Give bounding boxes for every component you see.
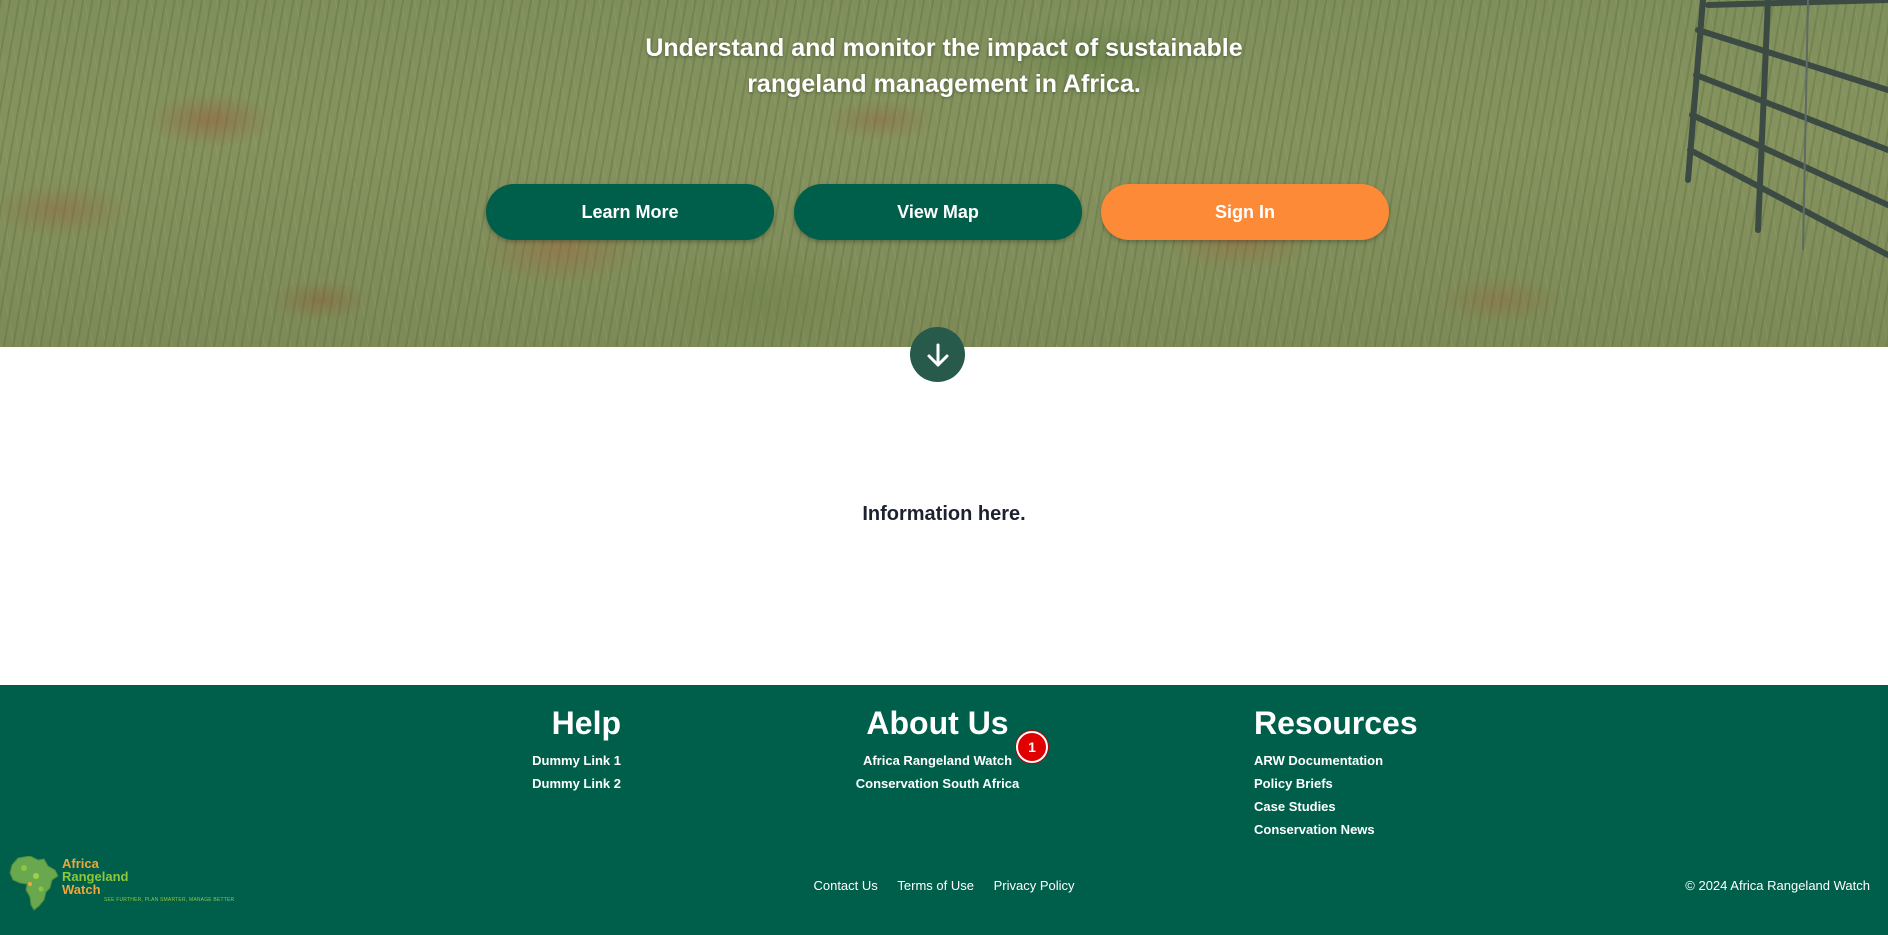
arrow-down-icon — [927, 343, 948, 366]
logo-tagline: SEE FURTHER, PLAN SMARTER, MANAGE BETTER — [104, 897, 235, 903]
hero-headline-line2: rangeland management in Africa. — [747, 70, 1141, 98]
footer-resources-column: Resources ARW Documentation Policy Brief… — [1254, 705, 1504, 841]
footer-help-column: Help Dummy Link 1 Dummy Link 2 — [480, 705, 621, 795]
footer-resources-title: Resources — [1254, 705, 1418, 741]
legal-links: Contact Us Terms of Use Privacy Policy — [0, 878, 1888, 893]
footer-link-arw-docs[interactable]: ARW Documentation — [1254, 749, 1504, 772]
footer-help-title: Help — [551, 705, 621, 741]
footer-link-csa[interactable]: Conservation South Africa — [800, 772, 1075, 795]
footer-link-policy-briefs[interactable]: Policy Briefs — [1254, 772, 1504, 795]
footer-link-case-studies[interactable]: Case Studies — [1254, 795, 1504, 818]
terms-of-use-link[interactable]: Terms of Use — [897, 878, 974, 893]
footer-link-conservation-news[interactable]: Conservation News — [1254, 818, 1504, 841]
learn-more-button[interactable]: Learn More — [486, 184, 774, 240]
scroll-down-button[interactable] — [910, 327, 965, 382]
footer-link-dummy-2[interactable]: Dummy Link 2 — [480, 772, 621, 795]
sign-in-button[interactable]: Sign In — [1101, 184, 1389, 240]
footer-link-dummy-1[interactable]: Dummy Link 1 — [480, 749, 621, 772]
copyright-text: © 2024 Africa Rangeland Watch — [1685, 878, 1870, 893]
hero-headline-line1: Understand and monitor the impact of sus… — [645, 34, 1243, 62]
view-map-button[interactable]: View Map — [794, 184, 1082, 240]
hero-headline: Understand and monitor the impact of sus… — [0, 30, 1888, 102]
info-text: Information here. — [862, 503, 1026, 525]
contact-us-link[interactable]: Contact Us — [813, 878, 877, 893]
footer: Help Dummy Link 1 Dummy Link 2 About Us … — [0, 685, 1888, 935]
hero-section: Understand and monitor the impact of sus… — [0, 0, 1888, 347]
notification-badge: 1 — [1016, 731, 1048, 763]
privacy-policy-link[interactable]: Privacy Policy — [994, 878, 1075, 893]
